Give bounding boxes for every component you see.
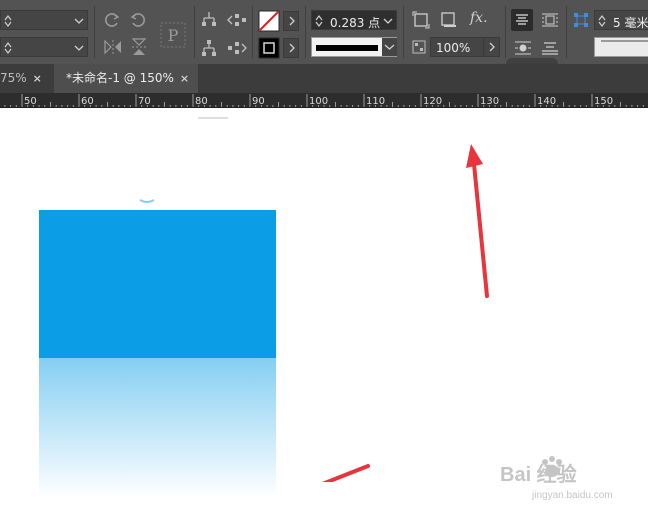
select-next-object-icon[interactable]	[226, 40, 248, 56]
tab-label: 75%	[0, 71, 27, 85]
span-columns-field[interactable]	[594, 37, 648, 57]
ruler-tick-label: 130	[480, 96, 499, 107]
column-gutter-icon	[573, 12, 589, 28]
flip-vertical-icon[interactable]	[130, 36, 148, 58]
select-content-icon[interactable]	[200, 38, 218, 58]
tab-close-icon[interactable]: ×	[180, 72, 189, 85]
stepper-icon[interactable]	[314, 14, 324, 28]
toolbar-divider	[566, 6, 567, 58]
y-position-field[interactable]	[0, 37, 88, 57]
tab-close-icon[interactable]: ×	[33, 72, 42, 85]
column-gutter-value[interactable]: 5 毫米	[613, 14, 648, 31]
stroke-weight-value[interactable]: 0.283 点	[330, 14, 380, 31]
chevron-right-icon[interactable]	[485, 38, 499, 56]
baidu-watermark: Bai 经验 jingyan.baidu.com	[500, 450, 640, 526]
document-canvas[interactable]: Bai 经验 jingyan.baidu.com	[0, 108, 648, 526]
align-bottom-icon[interactable]	[540, 38, 560, 58]
stroke-weight-field[interactable]: 0.283 点	[311, 10, 397, 30]
gradient-reflection-shape[interactable]	[39, 358, 276, 498]
fill-swatch-menu-button[interactable]	[283, 11, 299, 31]
opacity-field[interactable]: 100%	[430, 37, 500, 57]
shape-fragment	[139, 199, 155, 203]
toolbar-divider	[194, 6, 195, 58]
ruler-ticks: 50 60 70 80 90 100 110 120 130 140 150	[4, 94, 644, 107]
stepper-icon[interactable]	[597, 14, 607, 28]
stroke-swatch-menu-button[interactable]	[283, 38, 299, 58]
ruler-tick-label: 90	[252, 96, 265, 107]
x-position-field[interactable]	[0, 10, 88, 30]
ruler-tick-label: 60	[81, 96, 94, 107]
horizontal-ruler[interactable]: 50 60 70 80 90 100 110 120 130 140 150	[0, 93, 648, 108]
stepper-icon[interactable]	[3, 41, 13, 55]
rotate-counterclockwise-icon[interactable]	[128, 10, 148, 30]
justify-center-icon[interactable]	[513, 38, 533, 58]
ruler-tick-label: 100	[309, 96, 328, 107]
align-center-icon[interactable]	[511, 9, 533, 31]
opacity-value[interactable]: 100%	[436, 41, 470, 55]
text-wrap-icon[interactable]	[540, 10, 560, 30]
watermark-brand: Bai 经验	[500, 464, 577, 486]
drop-shadow-icon[interactable]	[440, 11, 458, 29]
tab-previous-document[interactable]: 75% ×	[0, 64, 50, 93]
effects-fx-button[interactable]: fx.	[470, 10, 488, 26]
tab-label: *未命名-1 @ 150%	[66, 71, 174, 85]
watermark-url: jingyan.baidu.com	[532, 490, 613, 501]
chevron-down-icon[interactable]	[73, 42, 85, 54]
ruler-tick-label: 50	[24, 96, 37, 107]
fill-none-swatch-icon[interactable]	[258, 10, 280, 32]
stroke-type-dropdown[interactable]	[311, 37, 397, 57]
toolbar-divider	[403, 6, 404, 58]
ruler-tick-label: 110	[366, 96, 385, 107]
select-container-icon[interactable]	[200, 10, 218, 30]
field-divider	[483, 38, 484, 56]
toolbar-divider	[94, 6, 95, 58]
paragraph-mark-icon[interactable]: P	[160, 22, 186, 48]
ruler-tick-label: 140	[537, 96, 556, 107]
chevron-down-icon[interactable]	[73, 15, 85, 27]
stepper-icon[interactable]	[3, 14, 13, 28]
column-gutter-field[interactable]: 5 毫米	[594, 10, 648, 30]
toolbar-divider	[305, 6, 306, 58]
field-rule	[601, 40, 648, 42]
rotate-clockwise-icon[interactable]	[102, 10, 122, 30]
opacity-icon	[412, 40, 426, 54]
svg-text:P: P	[168, 26, 179, 45]
blue-rectangle-shape[interactable]	[39, 210, 276, 358]
chevron-down-icon[interactable]	[382, 15, 394, 27]
frame-fitting-icon[interactable]	[412, 11, 430, 29]
ruler-tick-label: 150	[594, 96, 613, 107]
document-tab-bar: 75% × *未命名-1 @ 150% ×	[0, 64, 648, 93]
ruler-tick-label: 120	[423, 96, 442, 107]
ruler-tick-label: 80	[195, 96, 208, 107]
toolbar-divider	[505, 6, 506, 58]
select-previous-object-icon[interactable]	[226, 12, 248, 28]
control-toolbar: P 0.283 点 fx. 100% 5 毫米	[0, 0, 648, 72]
ruler-tick-label: 70	[138, 96, 151, 107]
stroke-swatch-icon[interactable]	[258, 37, 280, 59]
flip-horizontal-icon[interactable]	[102, 38, 124, 56]
toolbar-divider	[252, 6, 253, 58]
tab-untitled-1[interactable]: *未命名-1 @ 150% ×	[54, 64, 198, 93]
solid-stroke-preview	[316, 45, 378, 51]
stroke-type-chevron-down-icon[interactable]	[382, 38, 397, 56]
